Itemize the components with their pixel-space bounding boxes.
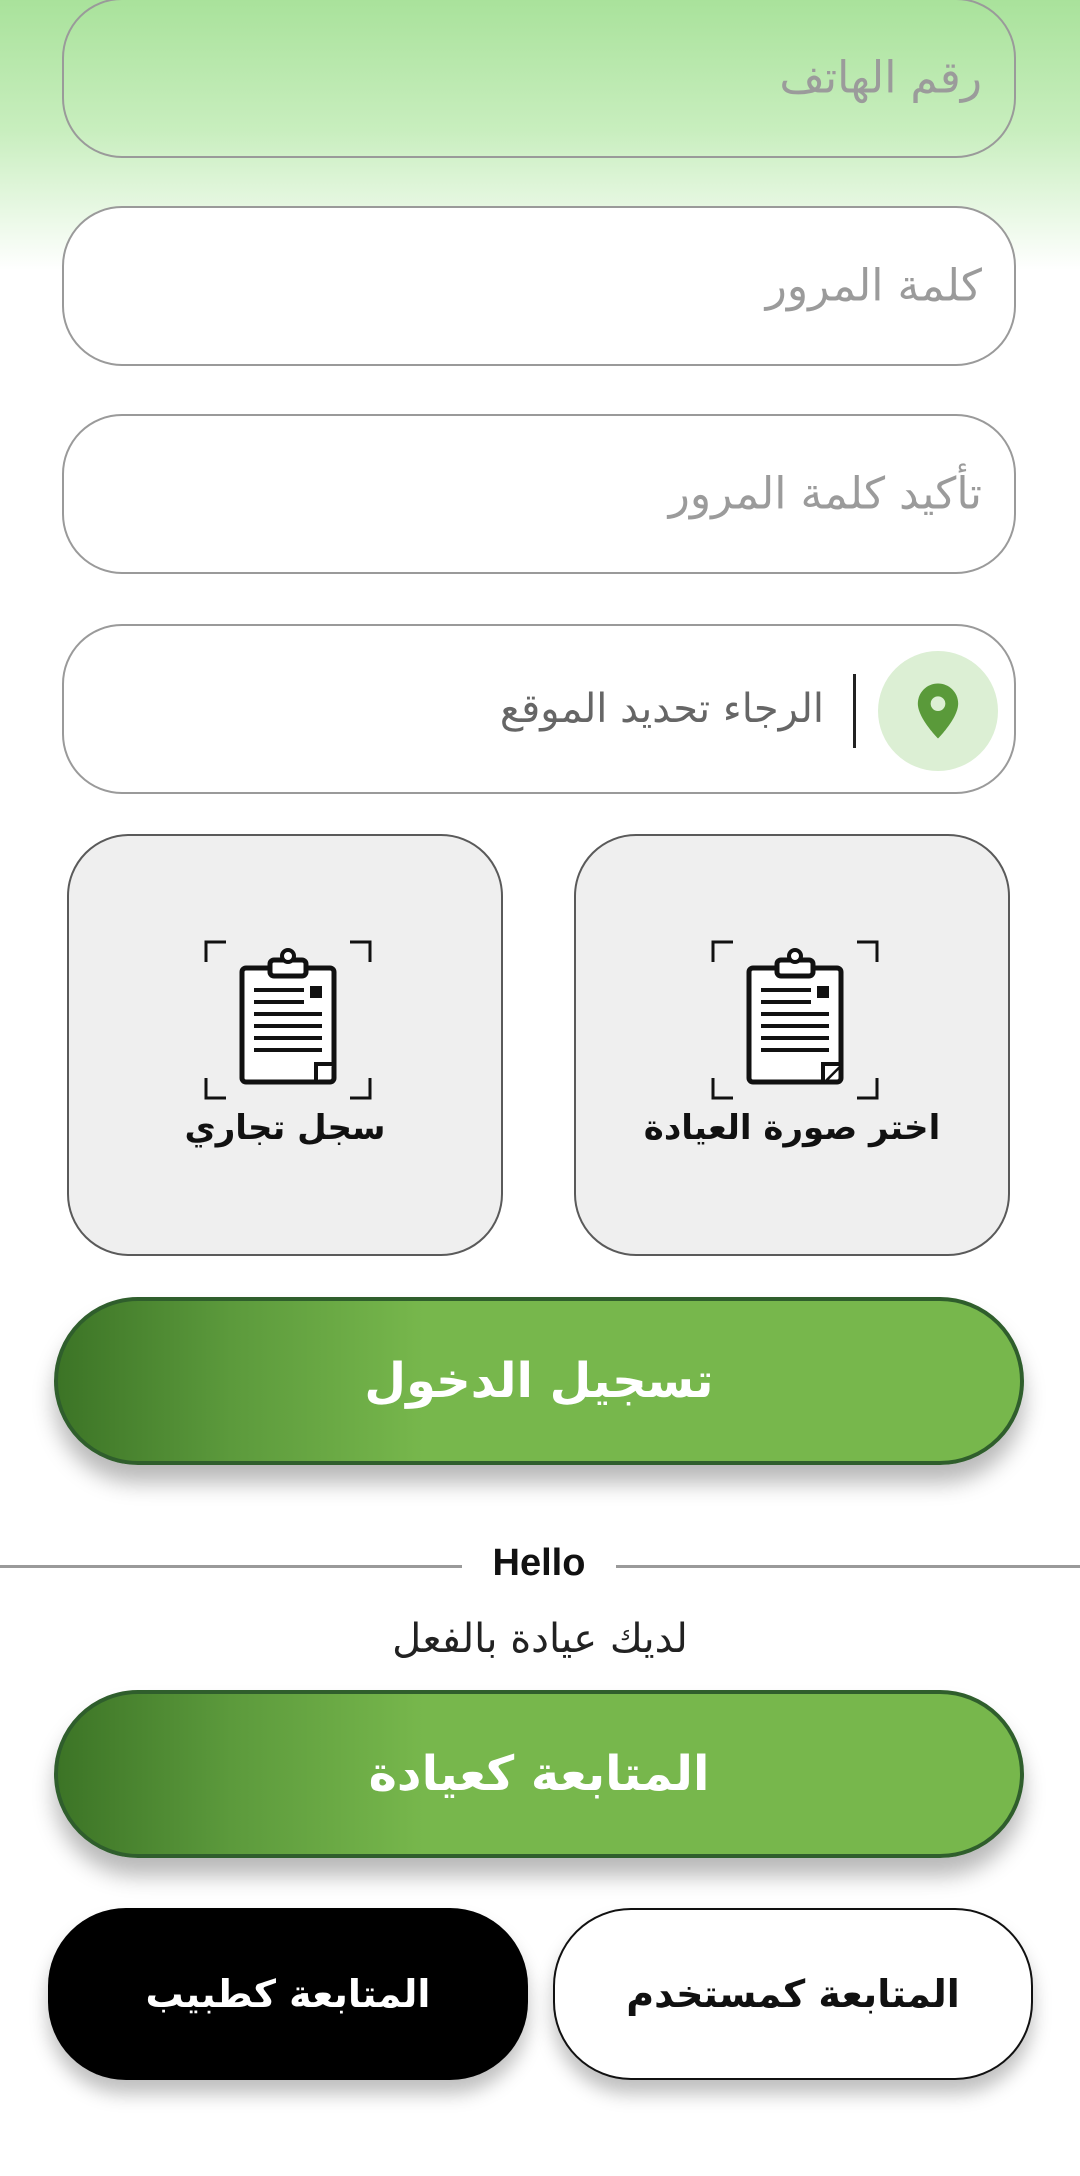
divider-line-right	[616, 1565, 1080, 1568]
location-separator	[853, 674, 856, 748]
clinic-photo-label: اختر صورة العيادة	[643, 1108, 941, 1148]
location-field[interactable]: الرجاء تحديد الموقع	[62, 624, 1016, 794]
map-pin-icon	[917, 683, 959, 739]
location-placeholder: الرجاء تحديد الموقع	[499, 686, 824, 732]
continue-as-user-button[interactable]: المتابعة كمستخدم	[553, 1908, 1033, 2080]
divider-text: Hello	[492, 1542, 586, 1584]
divider-line-left	[0, 1565, 462, 1568]
clinic-photo-upload[interactable]: اختر صورة العيادة	[574, 834, 1010, 1256]
phone-field[interactable]: رقم الهاتف	[62, 0, 1016, 158]
clipboard-scan-icon	[204, 940, 372, 1100]
continue-as-clinic-button[interactable]: المتابعة كعيادة	[54, 1690, 1024, 1858]
confirm-password-field[interactable]: تأكيد كلمة المرور	[62, 414, 1016, 574]
password-field[interactable]: كلمة المرور	[62, 206, 1016, 366]
clipboard-scan-icon	[711, 940, 879, 1100]
password-placeholder: كلمة المرور	[765, 260, 982, 312]
login-button-label: تسجيل الدخول	[364, 1353, 714, 1409]
continue-as-doctor-button[interactable]: المتابعة كطبيب	[48, 1908, 528, 2080]
continue-as-user-label: المتابعة كمستخدم	[626, 1972, 960, 2016]
phone-placeholder: رقم الهاتف	[779, 52, 982, 104]
continue-as-doctor-label: المتابعة كطبيب	[145, 1972, 431, 2016]
commercial-register-upload[interactable]: سجل تجاري	[67, 834, 503, 1256]
continue-as-clinic-label: المتابعة كعيادة	[368, 1746, 710, 1802]
location-button[interactable]	[878, 651, 998, 771]
confirm-password-placeholder: تأكيد كلمة المرور	[668, 468, 982, 520]
commercial-register-label: سجل تجاري	[184, 1108, 386, 1148]
login-button[interactable]: تسجيل الدخول	[54, 1297, 1024, 1465]
already-have-clinic-text: لديك عيادة بالفعل	[392, 1616, 688, 1662]
